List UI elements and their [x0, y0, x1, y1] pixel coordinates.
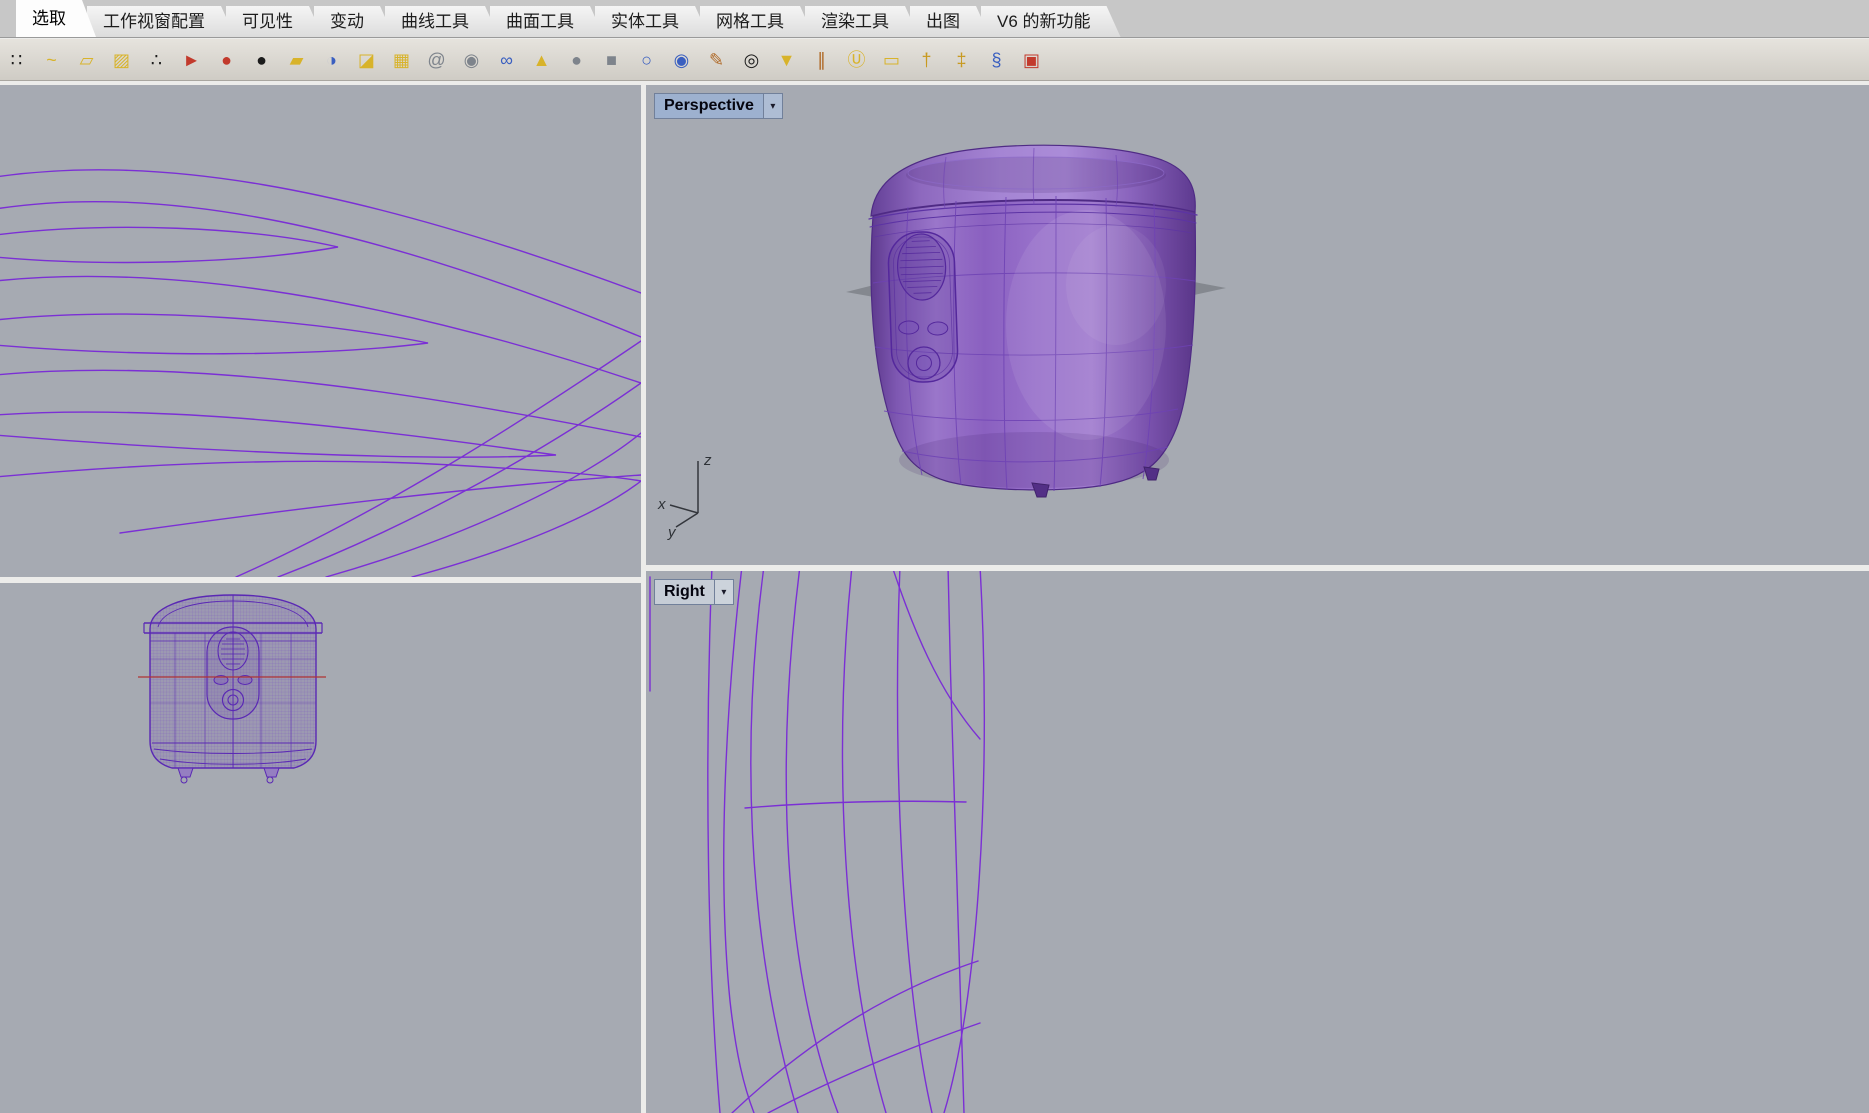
rhino-window: 选取 工作视窗配置 可见性 变动 曲线工具 曲面工具 实体工具 网格工具 渲染工… [0, 0, 1869, 1113]
tab-render-tools[interactable]: 渲染工具 [805, 6, 919, 37]
viewport-title-right: Right ▾ [654, 579, 734, 605]
select-hatches-icon[interactable]: ▨ [109, 47, 134, 72]
zoom-select-icon[interactable]: ◎ [739, 47, 764, 72]
right-wireframe-canvas [646, 571, 1869, 1113]
top-wireframe-canvas [0, 85, 641, 577]
axis-gizmo [670, 461, 698, 527]
select-cones-icon[interactable]: ▲ [529, 47, 554, 72]
select-u-objects-icon[interactable]: Ⓤ [844, 47, 869, 72]
select-spirals-icon[interactable]: @ [424, 47, 449, 72]
unlock-objects-icon[interactable]: § [984, 47, 1009, 72]
cplane-right-wing [1194, 282, 1226, 295]
select-surface-patch-icon[interactable]: ▰ [284, 47, 309, 72]
tab-viewport-layout[interactable]: 工作视窗配置 [87, 6, 235, 37]
axis-label-y: y [667, 524, 677, 541]
viewport-label-perspective[interactable]: Perspective [654, 93, 764, 119]
toolbar-tab-strip: 选取 工作视窗配置 可见性 变动 曲线工具 曲面工具 实体工具 网格工具 渲染工… [0, 0, 1869, 38]
cooker-foot-right [1144, 467, 1159, 480]
tab-solid-tools[interactable]: 实体工具 [595, 6, 709, 37]
select-control-points-icon[interactable]: ► [179, 47, 204, 72]
viewport-front[interactable] [0, 583, 641, 1113]
select-sphere-pairs-icon[interactable]: ◉ [669, 47, 694, 72]
select-boxes-icon[interactable]: ■ [599, 47, 624, 72]
tab-transform[interactable]: 变动 [314, 6, 394, 37]
select-blocks-icon[interactable]: ▣ [1019, 47, 1044, 72]
viewport-perspective[interactable]: Perspective ▾ [646, 85, 1869, 565]
axis-label-x: x [657, 496, 666, 513]
select-groups-icon[interactable]: ◉ [459, 47, 484, 72]
tab-print[interactable]: 出图 [910, 6, 990, 37]
select-cage-icon[interactable]: ▭ [879, 47, 904, 72]
select-circles-icon[interactable]: ○ [634, 47, 659, 72]
select-polysurfaces-icon[interactable]: ◑ [319, 47, 344, 72]
tab-select[interactable]: 选取 [16, 0, 96, 37]
select-surfaces-icon[interactable]: ▱ [74, 47, 99, 72]
viewport-label-right[interactable]: Right [654, 579, 715, 605]
tab-surface-tools[interactable]: 曲面工具 [490, 6, 604, 37]
perspective-canvas: z x y [646, 85, 1869, 565]
select-point-clouds-icon[interactable]: ∴ [144, 47, 169, 72]
main-toolbar: ∷ ~ ▱ ▨ ∴ ► ● ● ▰ ◑ ◪ ▦ @ ◉ ∞ ▲ ● ■ ○ ◉ … [0, 39, 1869, 81]
tab-curve-tools[interactable]: 曲线工具 [385, 6, 499, 37]
tab-mesh-tools[interactable]: 网格工具 [700, 6, 814, 37]
select-by-color-icon[interactable]: ● [214, 47, 239, 72]
select-curves-icon[interactable]: ~ [39, 47, 64, 72]
lock-objects-icon[interactable]: ‡ [949, 47, 974, 72]
viewport-right[interactable]: Right ▾ [646, 571, 1869, 1113]
select-chains-icon[interactable]: ∞ [494, 47, 519, 72]
select-points-icon[interactable]: ∷ [4, 47, 29, 72]
select-eraser-icon[interactable]: ◪ [354, 47, 379, 72]
select-meshes-icon[interactable]: ▦ [389, 47, 414, 72]
fence-select-icon[interactable]: ∥ [809, 47, 834, 72]
select-black-objects-icon[interactable]: ● [249, 47, 274, 72]
tab-v6-new-features[interactable]: V6 的新功能 [981, 6, 1121, 37]
viewport-title-perspective: Perspective ▾ [654, 93, 783, 119]
viewport-menu-arrow-icon[interactable]: ▾ [715, 579, 734, 605]
tab-visibility[interactable]: 可见性 [226, 6, 323, 37]
control-panel [887, 231, 958, 383]
select-spheres-icon[interactable]: ● [564, 47, 589, 72]
axis-label-z: z [703, 452, 712, 469]
viewport-top[interactable] [0, 85, 641, 577]
viewport-area: Perspective ▾ [0, 82, 1869, 1113]
front-wireframe-canvas [0, 583, 641, 1113]
cplane-left-wing [846, 285, 874, 297]
brush-select-icon[interactable]: ✎ [704, 47, 729, 72]
cooker-foot-left [1032, 483, 1049, 497]
selection-filter-icon[interactable]: ▼ [774, 47, 799, 72]
viewport-menu-arrow-icon[interactable]: ▾ [764, 93, 783, 119]
key-select-icon[interactable]: † [914, 47, 939, 72]
